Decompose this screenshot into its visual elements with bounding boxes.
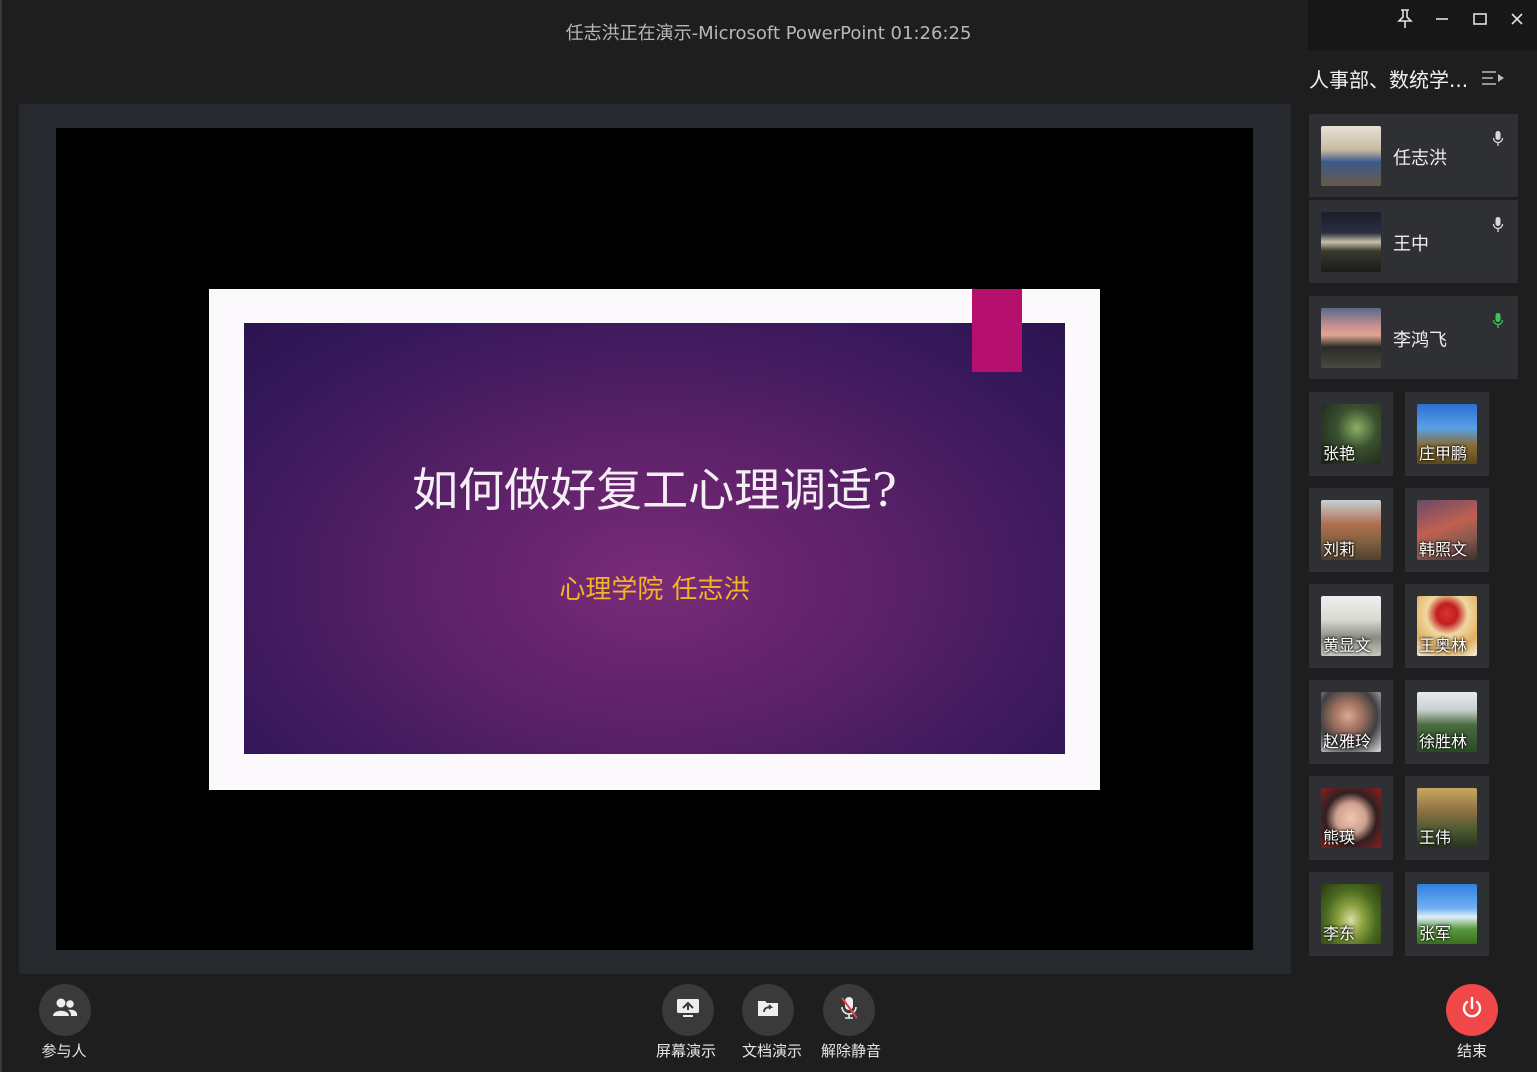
- participant-name: 韩照文: [1419, 540, 1468, 559]
- end-label: 结束: [1456, 1042, 1487, 1060]
- unmute-button[interactable]: [823, 984, 875, 1036]
- mic-muted-icon: [838, 995, 860, 1025]
- participant-tile[interactable]: 韩照文: [1405, 488, 1489, 572]
- participant-tile[interactable]: 庄甲鹏: [1405, 392, 1489, 476]
- participant-tile[interactable]: 王伟: [1405, 776, 1489, 860]
- participant-name: 李东: [1323, 924, 1356, 943]
- participant-tile[interactable]: 张艳: [1309, 392, 1393, 476]
- window-controls: [1308, 0, 1537, 50]
- close-icon[interactable]: [1502, 6, 1532, 32]
- slide: 如何做好复工心理调适? 心理学院 任志洪: [209, 289, 1100, 790]
- mic-icon: [1492, 216, 1504, 238]
- participant-name: 徐胜林: [1419, 732, 1468, 751]
- slide-background: [244, 323, 1065, 754]
- shared-screen: 如何做好复工心理调适? 心理学院 任志洪: [56, 128, 1253, 950]
- participants-label: 参与人: [41, 1042, 87, 1060]
- presentation-area: 如何做好复工心理调适? 心理学院 任志洪: [19, 104, 1291, 974]
- power-icon: [1460, 996, 1484, 1024]
- participant-tile[interactable]: 徐胜林: [1405, 680, 1489, 764]
- participant-name: 赵雅玲: [1323, 732, 1372, 751]
- participant-tile[interactable]: 张军: [1405, 872, 1489, 956]
- participant-name: 张艳: [1323, 444, 1356, 463]
- participant-name: 李鸿飞: [1393, 330, 1447, 351]
- participant-tile[interactable]: 赵雅玲: [1309, 680, 1393, 764]
- avatar: [1321, 308, 1381, 368]
- participant-name: 张军: [1419, 924, 1452, 943]
- participant-name: 王伟: [1419, 828, 1452, 847]
- participant-tile[interactable]: 王奥林: [1405, 584, 1489, 668]
- participant-name: 王奥林: [1419, 636, 1468, 655]
- participant-name: 熊瑛: [1323, 828, 1356, 847]
- screen-share-button[interactable]: [662, 984, 714, 1036]
- participant-name: 王中: [1393, 234, 1429, 255]
- participant-name: 任志洪: [1393, 148, 1447, 169]
- participant-tile[interactable]: 李东: [1309, 872, 1393, 956]
- maximize-icon[interactable]: [1465, 6, 1495, 32]
- slide-title: 如何做好复工心理调适?: [412, 463, 897, 517]
- folder-share-icon: [756, 997, 780, 1023]
- slide-accent-tab: [972, 289, 1022, 372]
- people-icon: [51, 997, 79, 1023]
- window-edge: [0, 0, 2, 1072]
- participant-tile[interactable]: 黄显文: [1309, 584, 1393, 668]
- window-title: 任志洪正在演示-Microsoft PowerPoint 01:26:25: [565, 23, 972, 44]
- participant-name: 庄甲鹏: [1419, 444, 1468, 463]
- doc-share-label: 文档演示: [741, 1042, 802, 1060]
- participant-tile[interactable]: 熊瑛: [1309, 776, 1393, 860]
- featured-participant-card[interactable]: 李鸿飞: [1309, 296, 1518, 379]
- list-collapse-icon[interactable]: [1480, 68, 1506, 88]
- participants-button[interactable]: [39, 984, 91, 1036]
- participant-name: 黄显文: [1323, 636, 1372, 655]
- avatar: [1321, 126, 1381, 186]
- screen-share-icon: [675, 997, 701, 1023]
- participant-tile[interactable]: 刘莉: [1309, 488, 1393, 572]
- avatar: [1321, 212, 1381, 272]
- mic-active-icon: [1492, 312, 1504, 334]
- pin-icon[interactable]: [1390, 6, 1420, 32]
- slide-subtitle: 心理学院 任志洪: [559, 575, 750, 605]
- doc-share-button[interactable]: [742, 984, 794, 1036]
- screen-share-label: 屏幕演示: [655, 1042, 716, 1060]
- mic-icon: [1492, 130, 1504, 152]
- unmute-label: 解除静音: [820, 1042, 881, 1060]
- minimize-icon[interactable]: [1427, 6, 1457, 32]
- end-meeting-button[interactable]: [1446, 984, 1498, 1036]
- meeting-name: 人事部、数统学...: [1309, 68, 1469, 92]
- featured-participant-card[interactable]: 任志洪: [1309, 114, 1518, 197]
- featured-participant-card[interactable]: 王中: [1309, 200, 1518, 283]
- participant-sidebar: 人事部、数统学... 任志洪 王中 李鸿飞 张艳 庄甲鹏 刘莉 韩照文 黄显文 …: [1308, 50, 1537, 980]
- participant-name: 刘莉: [1323, 540, 1356, 559]
